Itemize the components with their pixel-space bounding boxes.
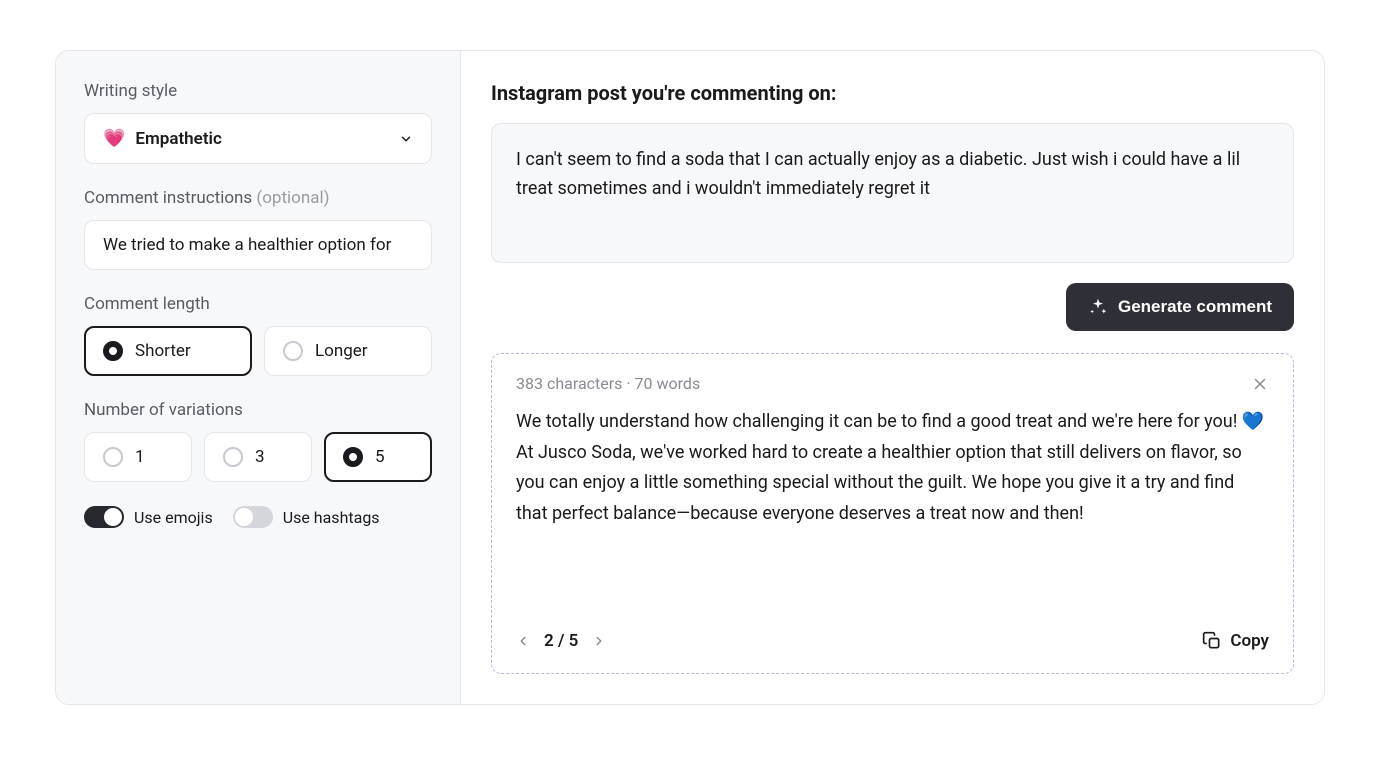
result-meta: 383 characters · 70 words	[516, 374, 700, 393]
writing-style-value: Empathetic	[135, 129, 221, 149]
generate-button-label: Generate comment	[1118, 297, 1272, 317]
variations-radio-group: 1 3 5	[84, 432, 432, 482]
post-heading: Instagram post you're commenting on:	[491, 81, 1294, 105]
emojis-toggle-label: Use emojis	[134, 508, 213, 527]
variations-3-button[interactable]: 3	[204, 432, 312, 482]
radio-icon	[103, 447, 123, 467]
length-longer-label: Longer	[315, 341, 368, 361]
toggle-off-icon	[233, 506, 273, 528]
post-text: I can't seem to find a soda that I can a…	[516, 149, 1240, 199]
result-pager: 2 / 5	[516, 631, 606, 651]
sparkles-icon	[1088, 297, 1108, 317]
length-shorter-label: Shorter	[135, 341, 191, 361]
toggle-on-icon	[84, 506, 124, 528]
hashtags-toggle-label: Use hashtags	[283, 508, 380, 527]
settings-sidebar: Writing style 💗 Empathetic Comment instr…	[56, 51, 461, 704]
variations-1-button[interactable]: 1	[84, 432, 192, 482]
result-footer: 2 / 5 Copy	[516, 631, 1269, 651]
variations-1-label: 1	[135, 447, 145, 467]
variations-5-button[interactable]: 5	[324, 432, 432, 482]
radio-icon	[223, 447, 243, 467]
post-textarea[interactable]: I can't seem to find a soda that I can a…	[491, 123, 1294, 263]
variations-5-label: 5	[375, 447, 385, 467]
copy-button-label: Copy	[1230, 631, 1269, 651]
generate-button[interactable]: Generate comment	[1066, 283, 1294, 331]
writing-style-value-wrap: 💗 Empathetic	[103, 128, 222, 149]
radio-selected-icon	[103, 341, 123, 361]
length-longer-button[interactable]: Longer	[264, 326, 432, 376]
chevron-right-icon[interactable]	[592, 634, 606, 648]
chevron-left-icon[interactable]	[516, 634, 530, 648]
result-card: 383 characters · 70 words We totally und…	[491, 353, 1294, 674]
toggle-row: Use emojis Use hashtags	[84, 506, 432, 528]
radio-selected-icon	[343, 447, 363, 467]
length-shorter-button[interactable]: Shorter	[84, 326, 252, 376]
main-panel: Instagram post you're commenting on: I c…	[461, 51, 1324, 704]
copy-icon	[1202, 631, 1222, 651]
length-radio-group: Shorter Longer	[84, 326, 432, 376]
length-label: Comment length	[84, 294, 432, 314]
writing-style-select[interactable]: 💗 Empathetic	[84, 113, 432, 164]
variations-label: Number of variations	[84, 400, 432, 420]
copy-button[interactable]: Copy	[1202, 631, 1269, 651]
hashtags-toggle[interactable]: Use hashtags	[233, 506, 380, 528]
result-text: We totally understand how challenging it…	[516, 407, 1269, 613]
app-container: Writing style 💗 Empathetic Comment instr…	[55, 50, 1325, 705]
emojis-toggle[interactable]: Use emojis	[84, 506, 213, 528]
chevron-down-icon	[399, 132, 413, 146]
writing-style-label: Writing style	[84, 81, 432, 101]
generate-row: Generate comment	[491, 283, 1294, 331]
instructions-label: Comment instructions (optional)	[84, 188, 432, 208]
pager-position: 2 / 5	[544, 631, 578, 651]
close-icon[interactable]	[1251, 375, 1269, 393]
radio-icon	[283, 341, 303, 361]
heart-icon: 💗	[103, 128, 125, 149]
instructions-input[interactable]	[84, 220, 432, 270]
result-header: 383 characters · 70 words	[516, 374, 1269, 393]
variations-3-label: 3	[255, 447, 265, 467]
